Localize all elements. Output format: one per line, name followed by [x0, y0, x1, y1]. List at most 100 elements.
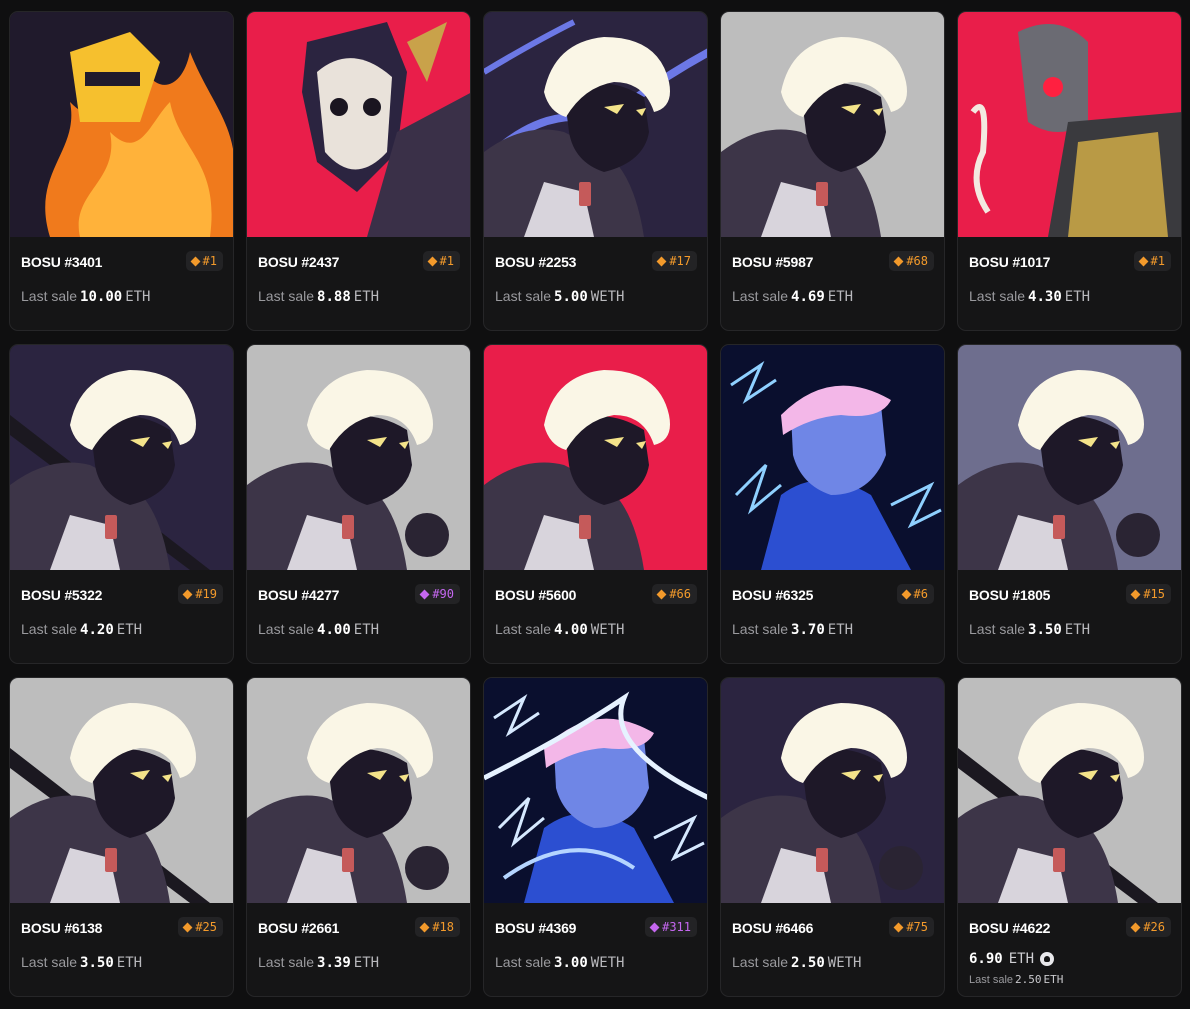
last-sale: Last sale 4.00 ETH: [258, 621, 379, 638]
rarity-rank-badge: #19: [178, 584, 223, 604]
last-sale: Last sale 3.00 WETH: [495, 954, 624, 971]
nft-card[interactable]: BOSU #2437 #1 Last sale 8.88 ETH: [246, 11, 471, 331]
rarity-rank-badge: #6: [896, 584, 934, 604]
nft-image[interactable]: [958, 678, 1181, 903]
nft-name[interactable]: BOSU #4277: [258, 587, 339, 603]
nft-name[interactable]: BOSU #5322: [21, 587, 102, 603]
last-sale-currency: WETH: [590, 955, 625, 971]
nft-name[interactable]: BOSU #3401: [21, 254, 102, 270]
nft-card[interactable]: BOSU #5322 #19 Last sale 4.20 ETH: [9, 344, 234, 664]
last-sale-label: Last sale: [732, 621, 789, 637]
nft-image[interactable]: [10, 345, 233, 570]
rarity-rank-text: #66: [669, 587, 691, 601]
listing-price-value: 6.90: [969, 951, 1003, 967]
nft-card[interactable]: BOSU #3401 #1 Last sale 10.00 ETH: [9, 11, 234, 331]
nft-name[interactable]: BOSU #2437: [258, 254, 339, 270]
diamond-icon: [427, 256, 437, 266]
nft-image[interactable]: [484, 345, 707, 570]
last-sale-currency: ETH: [827, 622, 854, 638]
rarity-rank-badge: #90: [415, 584, 460, 604]
nft-name[interactable]: BOSU #2253: [495, 254, 576, 270]
marketplace-icon: [1040, 952, 1055, 966]
nft-name[interactable]: BOSU #4622: [969, 920, 1050, 936]
diamond-icon: [182, 922, 193, 932]
nft-image[interactable]: [247, 12, 470, 237]
nft-name[interactable]: BOSU #5987: [732, 254, 813, 270]
last-sale-label: Last sale: [969, 621, 1026, 637]
nft-card[interactable]: BOSU #6138 #25 Last sale 3.50 ETH: [9, 677, 234, 997]
nft-name[interactable]: BOSU #6138: [21, 920, 102, 936]
rarity-rank-badge: #17: [652, 251, 697, 271]
rarity-rank-text: #311: [662, 920, 691, 934]
nft-info: BOSU #2253 #17 Last sale 5.00 WETH: [484, 237, 707, 330]
rarity-rank-badge: #1: [1133, 251, 1171, 271]
nft-image[interactable]: [247, 678, 470, 903]
last-sale-label: Last sale: [21, 621, 78, 637]
nft-card[interactable]: BOSU #2253 #17 Last sale 5.00 WETH: [483, 11, 708, 331]
nft-card[interactable]: BOSU #5600 #66 Last sale 4.00 WETH: [483, 344, 708, 664]
nft-name[interactable]: BOSU #5600: [495, 587, 576, 603]
last-sale-currency: ETH: [125, 289, 151, 305]
diamond-icon: [182, 589, 193, 599]
nft-card[interactable]: BOSU #5987 #68 Last sale 4.69 ETH: [720, 11, 945, 331]
nft-card[interactable]: BOSU #6466 #75 Last sale 2.50 WETH: [720, 677, 945, 997]
nft-name[interactable]: BOSU #4369: [495, 920, 576, 936]
nft-info: BOSU #4369 #311 Last sale 3.00 WETH: [484, 903, 707, 996]
last-sale-price: 2.50: [1015, 973, 1042, 986]
nft-image[interactable]: [484, 678, 707, 903]
nft-card[interactable]: BOSU #4369 #311 Last sale 3.00 WETH: [483, 677, 708, 997]
nft-card[interactable]: BOSU #1805 #15 Last sale 3.50 ETH: [957, 344, 1182, 664]
nft-name[interactable]: BOSU #2661: [258, 920, 339, 936]
last-sale-currency: ETH: [827, 289, 854, 305]
nft-card[interactable]: BOSU #4277 #90 Last sale 4.00 ETH: [246, 344, 471, 664]
last-sale-currency: ETH: [353, 289, 380, 305]
nft-image[interactable]: [721, 678, 944, 903]
last-sale-currency: WETH: [827, 955, 862, 971]
nft-info: BOSU #4277 #90 Last sale 4.00 ETH: [247, 570, 470, 663]
nft-name[interactable]: BOSU #1017: [969, 254, 1050, 270]
last-sale: Last sale 5.00 WETH: [495, 288, 624, 305]
rarity-rank-badge: #15: [1126, 584, 1171, 604]
nft-card[interactable]: BOSU #6325 #6 Last sale 3.70 ETH: [720, 344, 945, 664]
last-sale: Last sale 2.50 WETH: [732, 954, 861, 971]
nft-card[interactable]: BOSU #2661 #18 Last sale 3.39 ETH: [246, 677, 471, 997]
nft-image[interactable]: [721, 345, 944, 570]
last-sale-price: 10.00: [80, 289, 123, 305]
last-sale-currency: ETH: [116, 955, 143, 971]
nft-image[interactable]: [10, 678, 233, 903]
rarity-rank-text: #6: [913, 587, 928, 601]
rarity-rank-text: #1: [202, 254, 217, 268]
nft-info: BOSU #5600 #66 Last sale 4.00 WETH: [484, 570, 707, 663]
rarity-rank-badge: #311: [645, 917, 697, 937]
nft-card[interactable]: BOSU #1017 #1 Last sale 4.30 ETH: [957, 11, 1182, 331]
last-sale-label: Last sale: [258, 288, 315, 304]
nft-info: BOSU #2661 #18 Last sale 3.39 ETH: [247, 903, 470, 996]
nft-card[interactable]: BOSU #4622 #26 6.90 ETH Last sale 2.50 ETH: [957, 677, 1182, 997]
nft-info: BOSU #6325 #6 Last sale 3.70 ETH: [721, 570, 944, 663]
last-sale-currency: ETH: [116, 622, 143, 638]
rarity-rank-text: #19: [195, 587, 217, 601]
last-sale-price: 3.50: [80, 955, 114, 971]
nft-name[interactable]: BOSU #6466: [732, 920, 813, 936]
nft-info: BOSU #2437 #1 Last sale 8.88 ETH: [247, 237, 470, 330]
last-sale-currency: ETH: [1043, 973, 1064, 986]
nft-grid: BOSU #3401 #1 Last sale 10.00 ETH BOSU #2437 #…: [9, 11, 1182, 997]
rarity-rank-text: #1: [439, 254, 454, 268]
diamond-icon: [1130, 922, 1141, 932]
nft-name[interactable]: BOSU #1805: [969, 587, 1050, 603]
rarity-rank-badge: #26: [1126, 917, 1171, 937]
last-sale-currency: ETH: [353, 622, 380, 638]
nft-image[interactable]: [10, 12, 233, 237]
nft-image[interactable]: [958, 345, 1181, 570]
nft-image[interactable]: [958, 12, 1181, 237]
listing-currency: ETH: [1008, 951, 1035, 967]
last-sale-label: Last sale: [969, 288, 1026, 304]
nft-image[interactable]: [484, 12, 707, 237]
last-sale-price: 5.00: [554, 289, 588, 305]
rarity-rank-text: #17: [669, 254, 691, 268]
nft-image[interactable]: [721, 12, 944, 237]
last-sale: Last sale 3.50 ETH: [969, 621, 1090, 638]
nft-name[interactable]: BOSU #6325: [732, 587, 813, 603]
diamond-icon: [893, 922, 904, 932]
nft-image[interactable]: [247, 345, 470, 570]
